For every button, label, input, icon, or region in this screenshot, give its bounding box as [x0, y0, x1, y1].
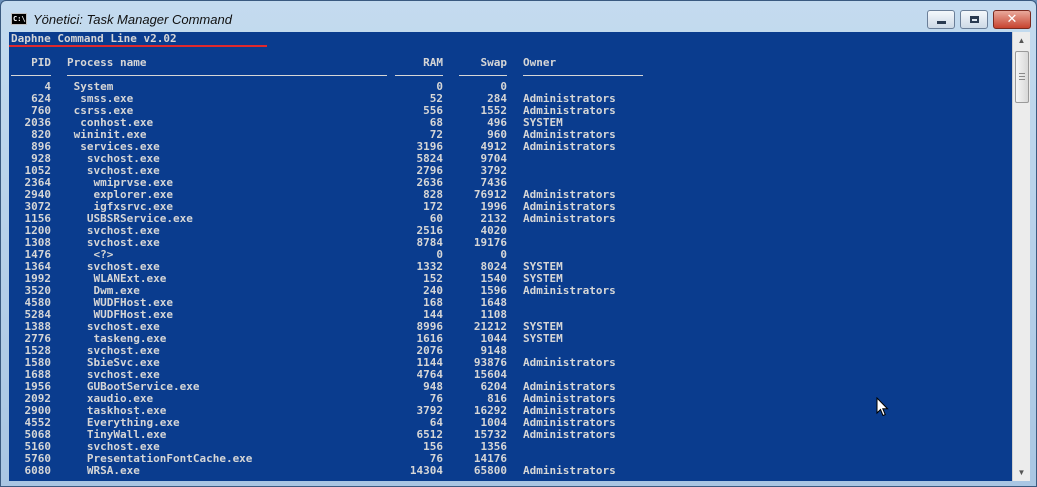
header-ram: RAM: [423, 56, 443, 69]
cell-swap: 65800: [473, 464, 507, 477]
separator-ram: [395, 75, 443, 76]
console-app-icon[interactable]: C:\: [11, 13, 27, 25]
banner-highlight-underline: [9, 45, 267, 47]
thumb-grip: [1019, 73, 1025, 74]
table-header: PID Process name RAM Swap Owner: [11, 56, 556, 69]
separator-pid: [11, 75, 51, 76]
cell-owner: Administrators: [523, 284, 616, 297]
maximize-button[interactable]: [960, 10, 988, 29]
header-pid: PID: [31, 56, 51, 69]
arrow-down-icon: ▼: [1017, 468, 1026, 477]
arrow-up-icon: ▲: [1017, 36, 1026, 45]
header-owner: Owner: [523, 56, 557, 69]
minimize-icon: [936, 21, 946, 24]
header-process-name: Process name: [67, 56, 147, 69]
cell-owner: SYSTEM: [523, 332, 563, 345]
mouse-cursor-icon: [876, 397, 889, 417]
cell-owner: Administrators: [523, 212, 616, 225]
console-output[interactable]: Daphne Command Line v2.02 PID Process na…: [9, 32, 1012, 481]
scroll-up-button[interactable]: ▲: [1013, 32, 1030, 49]
cell-owner: Administrators: [523, 428, 616, 441]
cell-owner: Administrators: [523, 356, 616, 369]
minimize-button[interactable]: [927, 10, 955, 29]
scroll-down-button[interactable]: ▼: [1013, 464, 1030, 481]
cell-owner: Administrators: [523, 464, 616, 477]
separator-process-name: [67, 75, 387, 76]
cell-pid: 6080: [24, 464, 52, 477]
thumb-grip: [1019, 79, 1025, 80]
vertical-scrollbar[interactable]: ▲ ▼: [1012, 32, 1030, 481]
close-button[interactable]: ✕: [993, 10, 1031, 29]
maximize-icon: [969, 16, 979, 23]
thumb-grip: [1019, 76, 1025, 77]
cell-owner: Administrators: [523, 140, 616, 153]
close-icon: ✕: [1006, 11, 1018, 27]
scrollbar-thumb[interactable]: [1015, 51, 1029, 103]
separator-swap: [459, 75, 507, 76]
console-banner: Daphne Command Line v2.02: [11, 32, 177, 45]
cell-process-name: WRSA.exe: [67, 464, 140, 477]
separator-owner: [523, 75, 643, 76]
title-bar[interactable]: C:\ Yönetici: Task Manager Command ✕: [1, 1, 1036, 32]
window-title: Yönetici: Task Manager Command: [33, 12, 232, 27]
header-swap: Swap: [480, 56, 508, 69]
console-window: C:\ Yönetici: Task Manager Command ✕ Dap…: [0, 0, 1037, 487]
cell-ram: 14304: [409, 464, 443, 477]
